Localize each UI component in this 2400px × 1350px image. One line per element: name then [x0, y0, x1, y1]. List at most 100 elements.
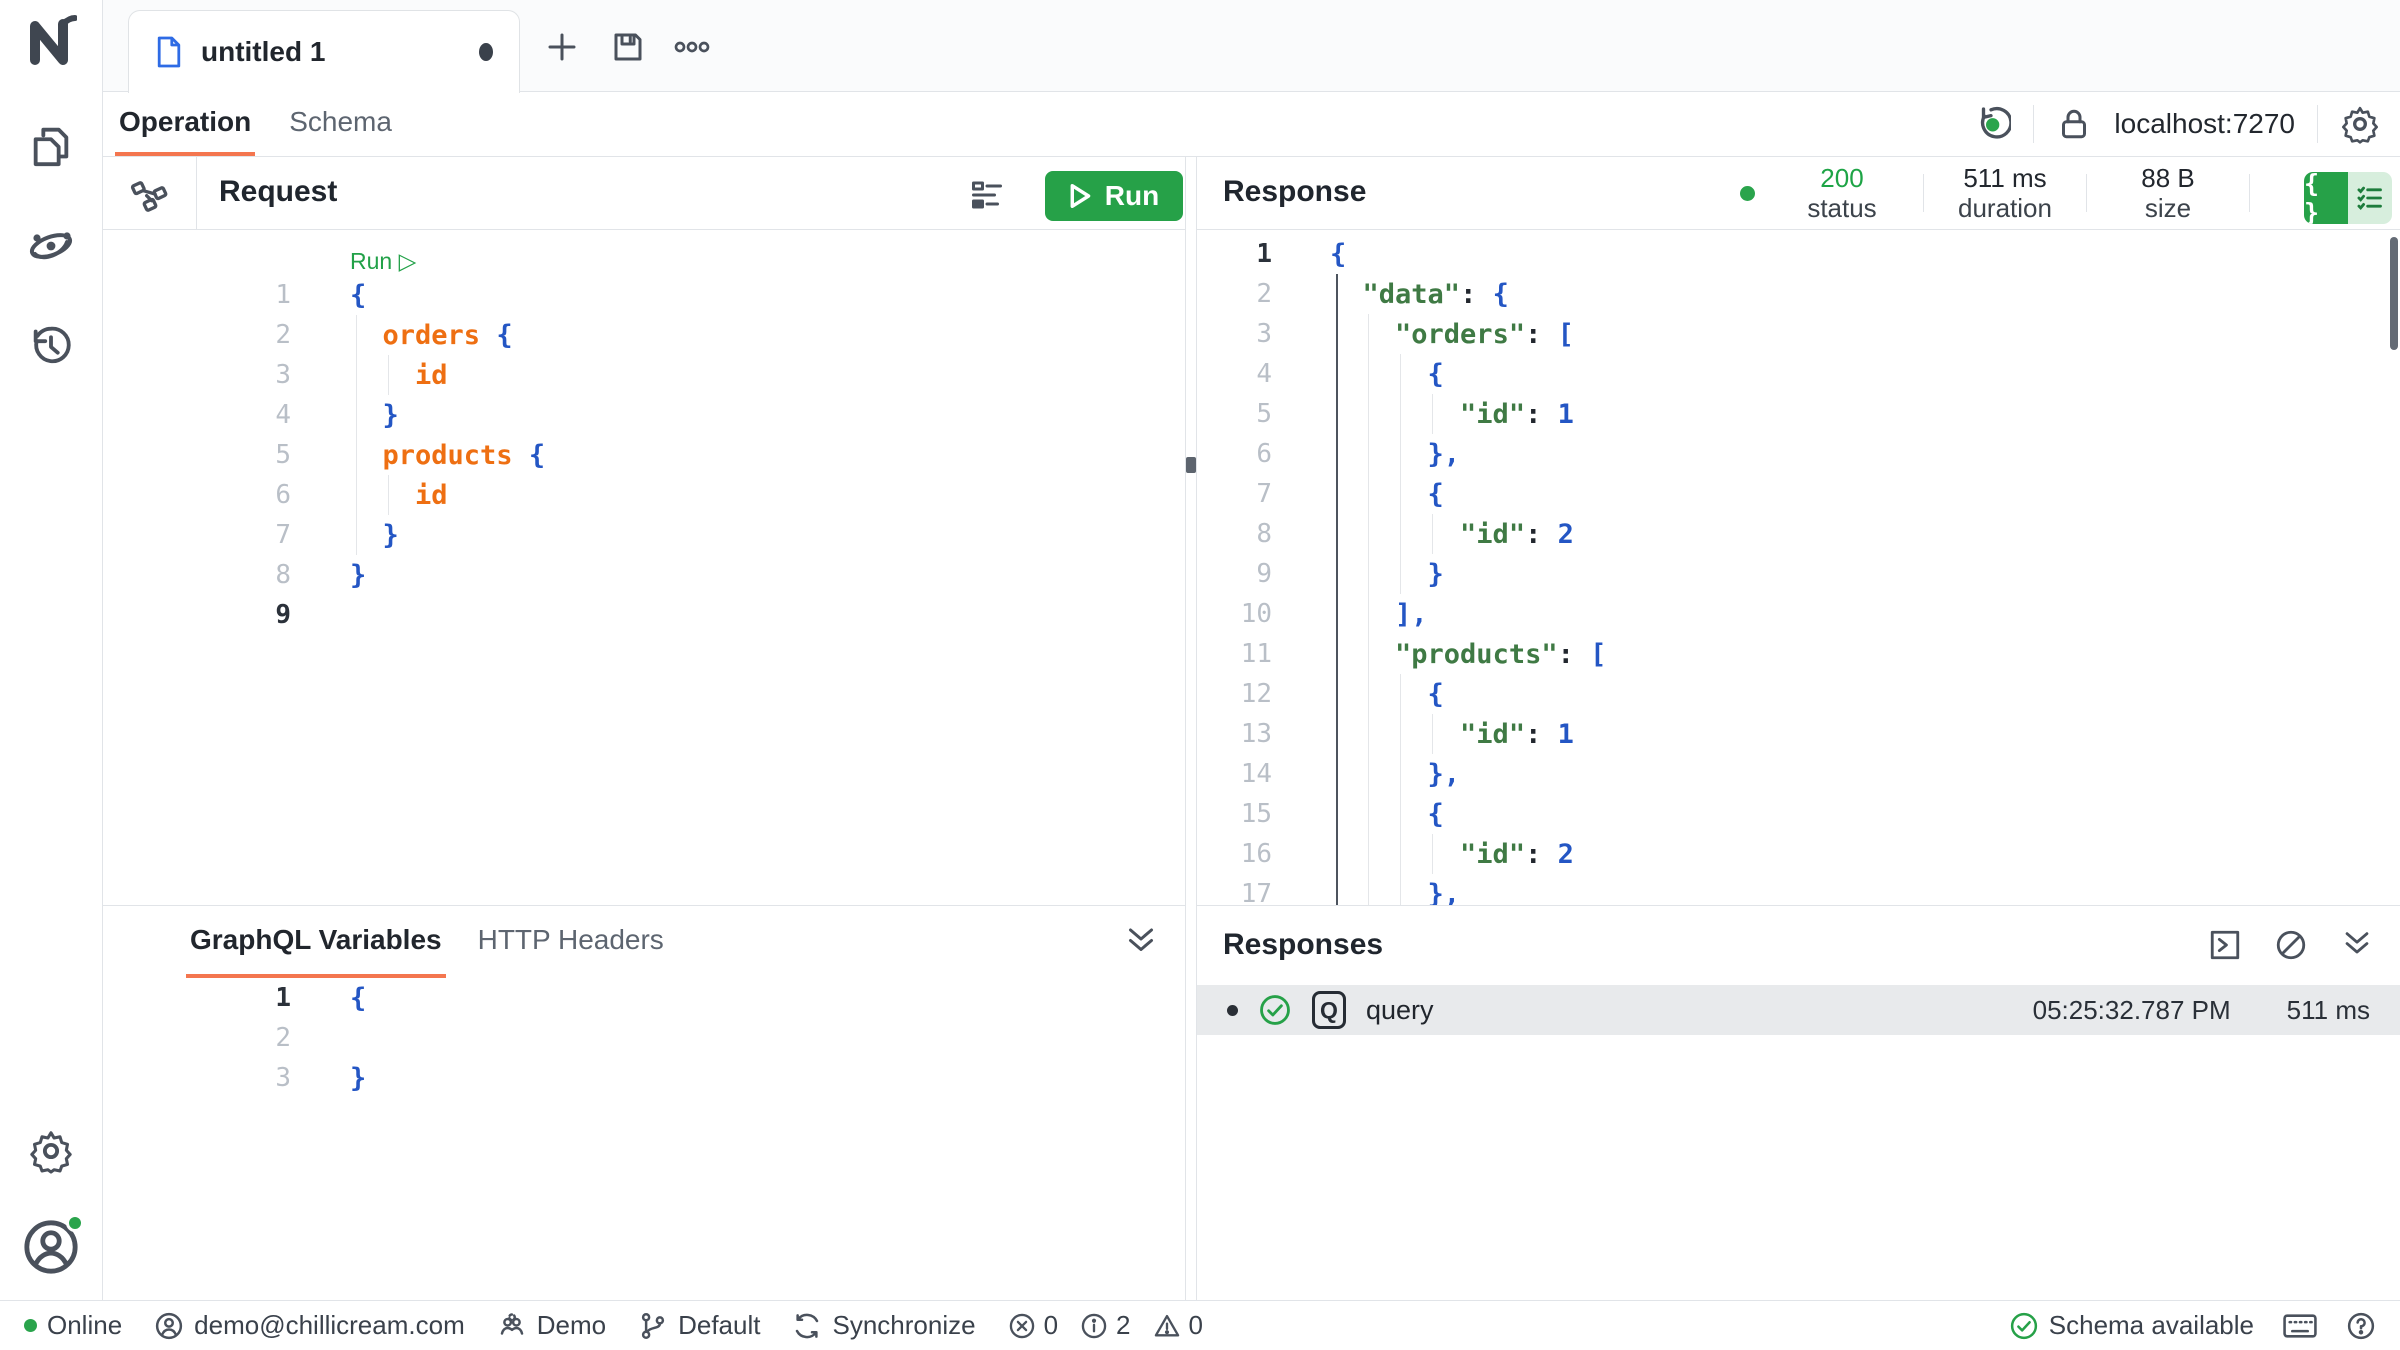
- lock-icon: [2056, 106, 2092, 142]
- tab-operation[interactable]: Operation: [115, 92, 255, 156]
- splitter-drag-handle[interactable]: [1186, 457, 1196, 473]
- code-line: 14 },: [1197, 754, 2390, 794]
- query-type-badge: Q: [1312, 991, 1346, 1029]
- tab-schema[interactable]: Schema: [285, 92, 396, 156]
- active-indent-guide: [1336, 274, 1338, 905]
- operation-flow-icon[interactable]: [103, 157, 197, 230]
- info-count[interactable]: 2: [1080, 1310, 1130, 1341]
- settings-icon[interactable]: [0, 1128, 102, 1174]
- app-window: untitled 1 Operation Schema: [0, 0, 2400, 1350]
- document-tabbar: untitled 1: [103, 0, 2400, 92]
- response-history-row[interactable]: Q query 05:25:32.787 PM 511 ms: [1197, 985, 2400, 1035]
- indent-guide: [1432, 394, 1433, 434]
- collapse-panel-icon[interactable]: [1123, 924, 1159, 960]
- collapse-responses-icon[interactable]: [2340, 928, 2374, 962]
- responses-panel-header: Responses: [1197, 905, 2400, 985]
- connection-settings-icon[interactable]: [2340, 104, 2380, 144]
- request-title: Request: [219, 175, 337, 209]
- code-line: 7 {: [1197, 474, 2390, 514]
- response-scrollbar-thumb[interactable]: [2390, 237, 2398, 350]
- graphql-variables-editor[interactable]: 1{23}: [103, 978, 1185, 1298]
- code-line: 5 "id": 1: [1197, 394, 2390, 434]
- document-file-icon: [155, 35, 183, 69]
- request-query-editor[interactable]: Run ▷ 1{2 orders {3 id4 }5 products {6 i…: [103, 230, 1185, 905]
- code-line: 4 {: [1197, 354, 2390, 394]
- clear-responses-icon[interactable]: [2274, 928, 2308, 962]
- online-dot: [24, 1319, 37, 1332]
- view-tabs: Operation Schema localhost:7270: [103, 92, 2400, 157]
- response-title: Response: [1223, 175, 1366, 209]
- list-view-button[interactable]: [2348, 172, 2392, 224]
- synchronize-button[interactable]: Synchronize: [792, 1310, 975, 1341]
- indent-guide: [388, 355, 389, 395]
- indent-guide: [356, 315, 357, 555]
- nitro-logo: [0, 12, 102, 68]
- workspace-selector[interactable]: Demo: [497, 1310, 606, 1341]
- code-line: 1{: [103, 978, 1185, 1018]
- save-button[interactable]: [605, 24, 651, 70]
- server-address[interactable]: localhost:7270: [2114, 108, 2295, 140]
- documents-icon[interactable]: [0, 122, 102, 168]
- response-timestamp: 05:25:32.787 PM: [2033, 995, 2231, 1026]
- indent-guide: [1432, 714, 1433, 754]
- schema-check-icon: [2009, 1311, 2039, 1341]
- json-view-button[interactable]: { }: [2304, 172, 2348, 224]
- error-count[interactable]: 0: [1008, 1310, 1058, 1341]
- code-line: 16 "id": 2: [1197, 834, 2390, 874]
- response-result-editor[interactable]: 1{2 "data": {3 "orders": [4 {5 "id": 16 …: [1197, 230, 2390, 905]
- divider: [2033, 105, 2034, 143]
- document-tab[interactable]: untitled 1: [128, 10, 520, 93]
- history-icon[interactable]: [0, 322, 102, 368]
- code-line: 3}: [103, 1058, 1185, 1098]
- code-line: 6 id: [103, 475, 1185, 515]
- code-line: 8 "id": 2: [1197, 514, 2390, 554]
- document-tab-title: untitled 1: [201, 36, 461, 68]
- code-line: 13 "id": 1: [1197, 714, 2390, 754]
- indent-guide: [1432, 834, 1433, 874]
- tab-graphql-variables[interactable]: GraphQL Variables: [186, 906, 446, 978]
- stat-status: 200 status: [1787, 163, 1897, 223]
- divider: [1923, 174, 1924, 212]
- branch-icon: [638, 1311, 668, 1341]
- code-line: 10 ],: [1197, 594, 2390, 634]
- schema-atom-icon[interactable]: [0, 222, 102, 270]
- help-icon[interactable]: [2346, 1311, 2376, 1341]
- code-line: 2 "data": {: [1197, 274, 2390, 314]
- environment-selector[interactable]: Default: [638, 1310, 760, 1341]
- info-icon: [1080, 1312, 1108, 1340]
- format-document-icon[interactable]: [969, 177, 1005, 213]
- stat-size: 88 B size: [2113, 163, 2223, 223]
- request-bottom-tabs: GraphQL Variables HTTP Headers: [103, 905, 1185, 978]
- new-tab-button[interactable]: [539, 24, 585, 70]
- panel-splitter[interactable]: [1185, 157, 1197, 1300]
- workspace-icon: [497, 1311, 527, 1341]
- code-line: 7 }: [103, 515, 1185, 555]
- code-line: 6 },: [1197, 434, 2390, 474]
- account-avatar[interactable]: [0, 1218, 102, 1276]
- success-check-icon: [1258, 993, 1292, 1027]
- play-icon: [1069, 184, 1091, 208]
- code-line: 3 id: [103, 355, 1185, 395]
- tab-http-headers[interactable]: HTTP Headers: [474, 906, 668, 978]
- code-line: 2 orders {: [103, 315, 1185, 355]
- code-line: 2: [103, 1018, 1185, 1058]
- unsaved-indicator-dot: [479, 43, 493, 61]
- code-line: 15 {: [1197, 794, 2390, 834]
- response-stats: 200 status 511 ms duration 88 B size: [1740, 157, 2250, 229]
- run-code-lens[interactable]: Run ▷: [103, 230, 1185, 275]
- user-icon: [154, 1311, 184, 1341]
- keyboard-shortcuts-icon[interactable]: [2282, 1311, 2318, 1341]
- code-line: 17 },: [1197, 874, 2390, 905]
- refresh-schema-icon[interactable]: [1971, 104, 2011, 144]
- warning-count[interactable]: 0: [1153, 1310, 1203, 1341]
- operation-name: query: [1366, 995, 1434, 1026]
- account-status[interactable]: demo@chillicream.com: [154, 1310, 465, 1341]
- console-icon[interactable]: [2208, 928, 2242, 962]
- more-options-icon[interactable]: [669, 24, 715, 70]
- indent-guide: [1432, 514, 1433, 554]
- question-icon: [2346, 1311, 2376, 1341]
- sidebar: [0, 0, 103, 1350]
- code-line: 11 "products": [: [1197, 634, 2390, 674]
- run-button[interactable]: Run: [1045, 171, 1183, 221]
- stat-duration: 511 ms duration: [1950, 163, 2060, 223]
